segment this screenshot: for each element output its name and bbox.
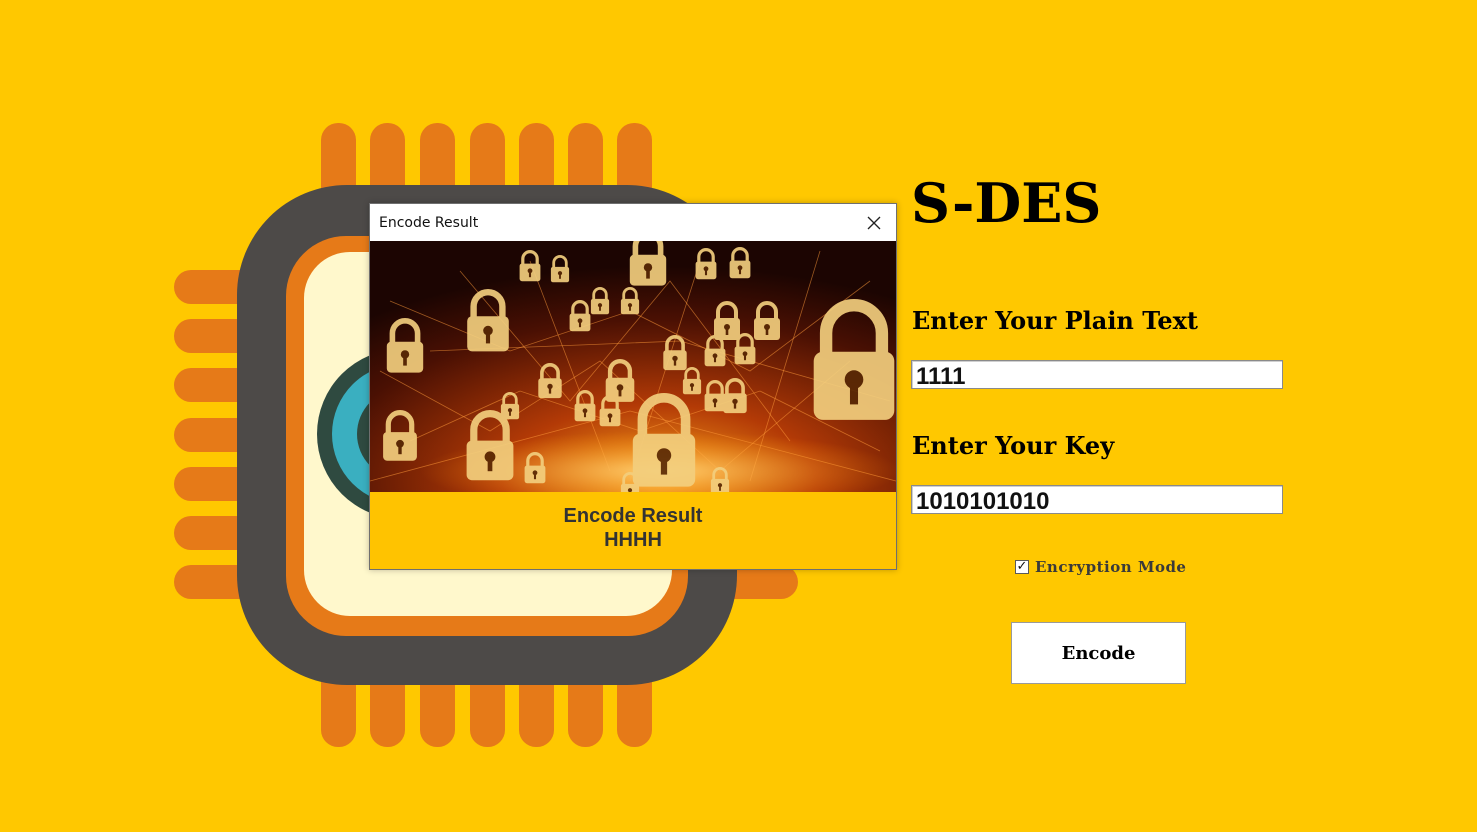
dialog-result-panel: Encode Result HHHH [370, 492, 896, 569]
encryption-mode-checkbox[interactable]: ✓ [1015, 560, 1029, 574]
key-label: Enter Your Key [912, 431, 1115, 460]
key-input[interactable]: 1010101010 [911, 485, 1283, 515]
dialog-title: Encode Result [379, 214, 479, 231]
encode-button[interactable]: Encode [1011, 622, 1186, 684]
encode-result-dialog: Encode Result Encode Result HHHH [369, 203, 897, 570]
encryption-mode-toggle[interactable]: ✓ Encryption Mode [1015, 557, 1186, 577]
dialog-titlebar[interactable]: Encode Result [370, 204, 896, 241]
plain-text-input[interactable]: 1111 [911, 360, 1283, 390]
result-label: Encode Result [563, 505, 703, 527]
app-title: S-DES [911, 171, 1102, 235]
plain-text-label: Enter Your Plain Text [912, 306, 1199, 335]
close-button[interactable] [852, 204, 896, 241]
close-icon [867, 216, 881, 229]
result-value: HHHH [604, 529, 662, 551]
padlock-network-icon [370, 241, 896, 492]
encryption-mode-label: Encryption Mode [1035, 558, 1187, 576]
